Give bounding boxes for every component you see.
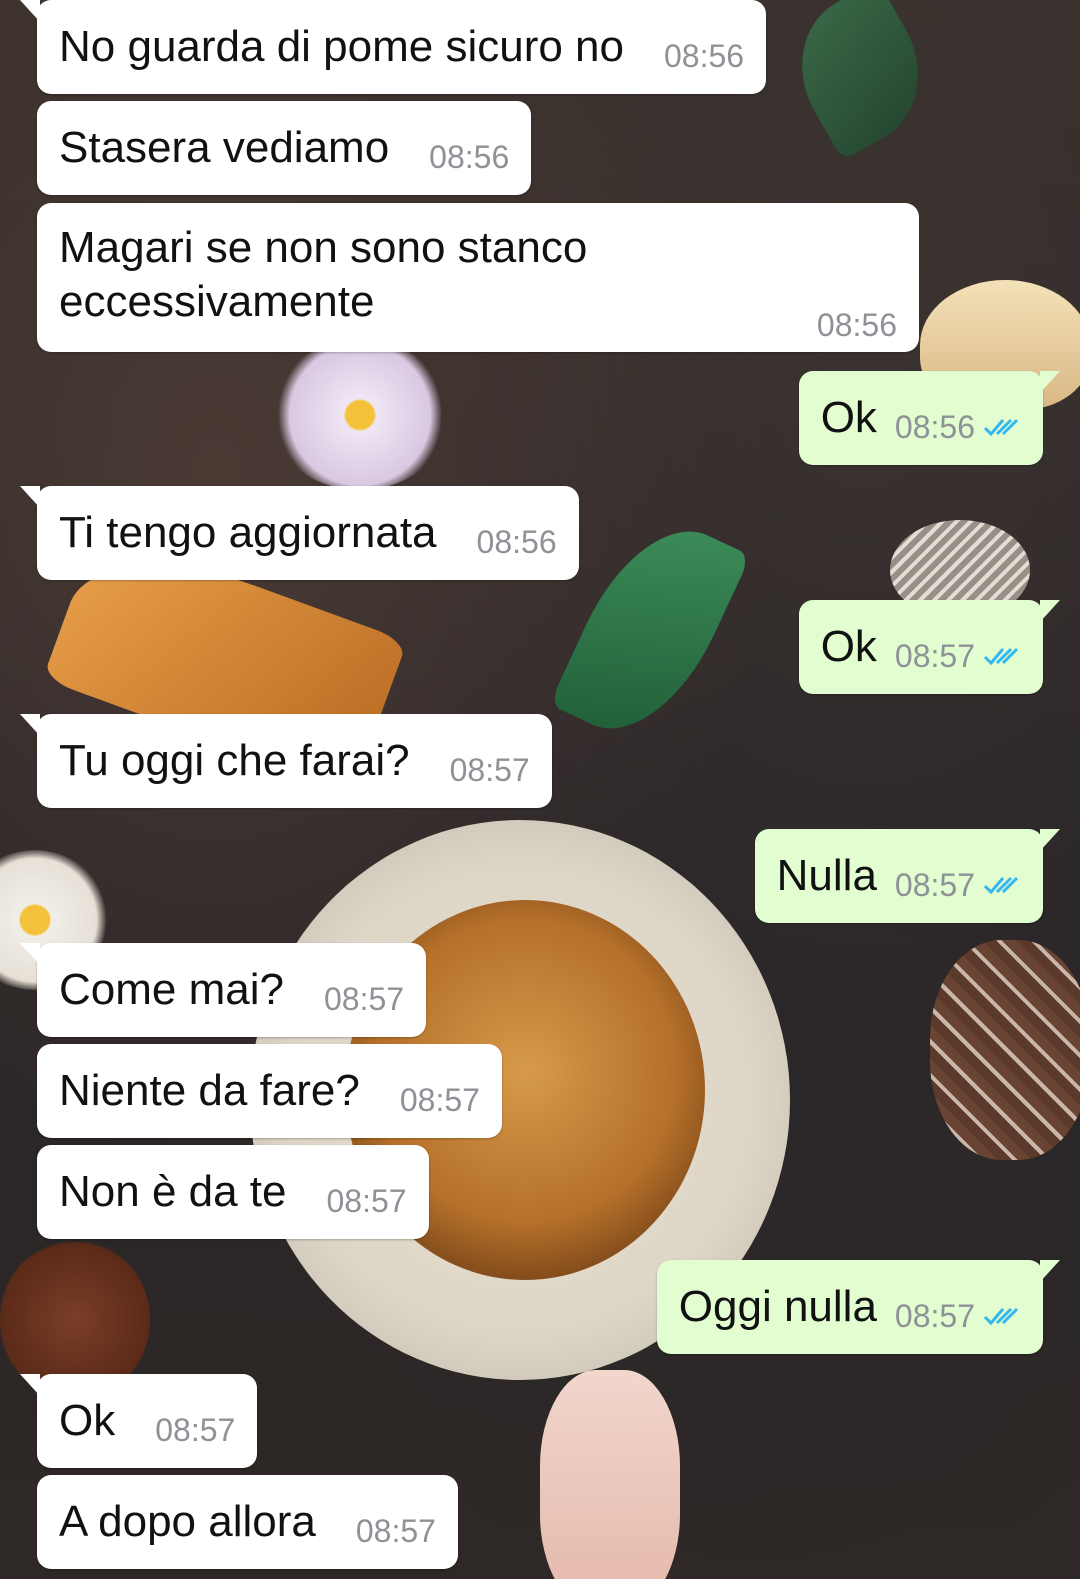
message-bubble-outgoing[interactable]: Ok 08:56 (798, 371, 1061, 465)
read-receipt-icon (983, 1307, 1019, 1326)
message-bubble-outgoing[interactable]: Ok 08:57 (798, 600, 1061, 694)
message-meta: 08:57 (356, 1513, 436, 1549)
message-time: 08:56 (476, 524, 557, 560)
message-meta: 08:57 (895, 1298, 1021, 1334)
message-time: 08:57 (449, 752, 530, 788)
message-text: Oggi nulla (678, 1282, 877, 1331)
message-bubble-incoming[interactable]: A dopo allora 08:57 (37, 1475, 458, 1569)
message-text: Nulla (776, 851, 877, 900)
message-bubble-incoming[interactable]: Stasera vediamo 08:56 (37, 101, 532, 195)
message-time: 08:57 (894, 638, 975, 674)
message-text: Ti tengo aggiornata (59, 508, 437, 557)
message-meta: 08:57 (327, 1183, 407, 1219)
message-text: Tu oggi che farai? (59, 736, 410, 785)
message-text: Stasera vediamo (59, 123, 390, 172)
message-bubble-incoming[interactable]: Ti tengo aggiornata 08:56 (20, 486, 579, 580)
message-time: 08:56 (816, 307, 897, 343)
message-meta: 08:56 (429, 139, 509, 175)
message-text: No guarda di pome sicuro no (59, 22, 624, 71)
message-time: 08:57 (323, 981, 405, 1017)
message-time: 08:57 (399, 1082, 480, 1118)
message-bubble-incoming[interactable]: Come mai? 08:57 (19, 943, 427, 1037)
message-bubble-incoming[interactable]: Ok 08:57 (19, 1374, 258, 1468)
message-text: A dopo allora (59, 1497, 316, 1546)
message-text: Niente da fare? (59, 1066, 360, 1115)
message-meta: 08:56 (477, 524, 557, 560)
message-time: 08:57 (355, 1513, 436, 1549)
message-text: Ok (59, 1396, 116, 1445)
message-bubble-outgoing[interactable]: Nulla 08:57 (754, 829, 1061, 923)
message-text: Ok (820, 622, 877, 671)
message-time: 08:56 (664, 38, 745, 74)
message-bubble-incoming[interactable]: Magari se non sono stanco eccessivamente… (37, 203, 919, 352)
message-meta: 08:56 (664, 38, 744, 74)
message-meta: 08:57 (400, 1082, 480, 1118)
message-meta: 08:57 (895, 867, 1021, 903)
read-receipt-icon (983, 647, 1019, 666)
message-time: 08:56 (894, 409, 975, 445)
read-receipt-icon (983, 876, 1019, 895)
message-time: 08:57 (155, 1412, 236, 1448)
message-list: No guarda di pome sicuro no 08:56 Staser… (0, 0, 1080, 1579)
message-meta: 08:57 (324, 981, 404, 1017)
message-bubble-incoming[interactable]: Non è da te 08:57 (37, 1145, 429, 1239)
read-receipt-icon (983, 418, 1019, 437)
message-time: 08:57 (894, 1298, 975, 1334)
message-bubble-outgoing[interactable]: Oggi nulla 08:57 (656, 1260, 1061, 1354)
message-time: 08:57 (326, 1183, 407, 1219)
message-text: Non è da te (59, 1167, 287, 1216)
message-text: Ok (820, 393, 877, 442)
message-meta: 08:56 (895, 409, 1021, 445)
message-time: 08:56 (429, 139, 510, 175)
message-meta: 08:57 (895, 638, 1021, 674)
message-meta: 08:57 (450, 752, 530, 788)
message-bubble-incoming[interactable]: Niente da fare? 08:57 (37, 1044, 502, 1138)
message-bubble-incoming[interactable]: Tu oggi che farai? 08:57 (20, 714, 552, 808)
message-meta: 08:57 (155, 1412, 235, 1448)
message-bubble-incoming[interactable]: No guarda di pome sicuro no 08:56 (19, 0, 767, 94)
message-text: Come mai? (59, 965, 284, 1014)
message-time: 08:57 (894, 867, 975, 903)
